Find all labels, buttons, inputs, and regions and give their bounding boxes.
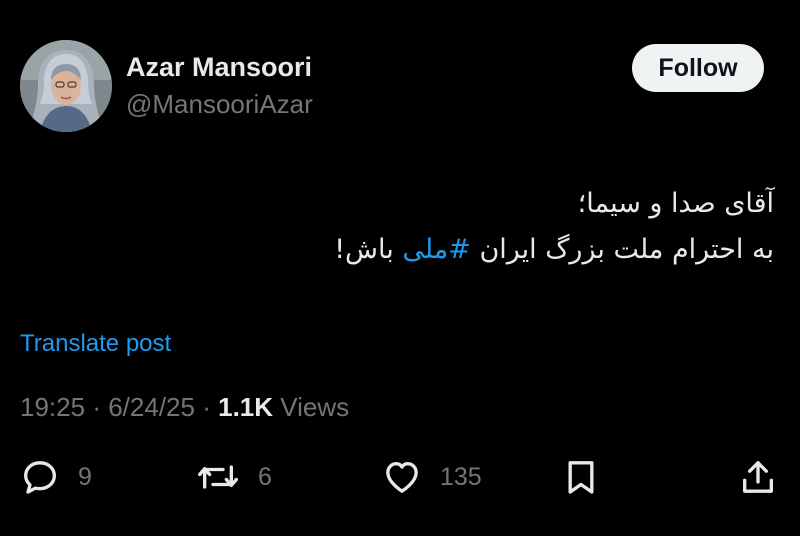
like-count: 135 [440, 462, 482, 491]
follow-button[interactable]: Follow [632, 44, 764, 92]
meta-separator: · [202, 392, 211, 422]
tweet-date[interactable]: 6/24/25 [108, 392, 195, 422]
reply-button[interactable]: 9 [20, 454, 92, 500]
tweet-text: آقای صدا و سیما؛ به احترام ملت بزرگ ایرا… [74, 181, 774, 273]
display-name[interactable]: Azar Mansoori [126, 52, 312, 83]
reply-count: 9 [78, 462, 92, 491]
tweet-text-segment: باش! [334, 234, 394, 265]
meta-separator: · [92, 392, 101, 422]
profile-photo [20, 40, 112, 132]
bookmark-button[interactable] [562, 454, 600, 500]
tweet-text-segment: به احترام ملت بزرگ ایران [479, 234, 774, 265]
share-upload-icon [743, 461, 773, 493]
tweet-meta: 19:25 · 6/24/25 · 1.1K Views [20, 392, 349, 423]
tweet-line-2: به احترام ملت بزرگ ایران #ملی باش! [74, 227, 774, 273]
views-label: Views [280, 392, 350, 422]
translate-post-link[interactable]: Translate post [20, 330, 171, 358]
hashtag-link[interactable]: #ملی [402, 234, 471, 265]
tweet-line-1: آقای صدا و سیما؛ [577, 188, 774, 219]
heart-icon [386, 462, 418, 493]
like-button[interactable]: 135 [382, 454, 482, 500]
repost-button[interactable]: 6 [196, 454, 272, 500]
share-button[interactable] [738, 454, 778, 500]
views-count: 1.1K [218, 392, 274, 422]
user-handle[interactable]: @MansooriAzar [126, 89, 313, 120]
avatar[interactable] [20, 40, 112, 132]
repost-arrows-icon [198, 465, 238, 489]
speech-bubble-icon [24, 461, 56, 494]
tweet-time[interactable]: 19:25 [20, 392, 85, 422]
repost-count: 6 [258, 462, 272, 491]
bookmark-icon [568, 461, 594, 494]
